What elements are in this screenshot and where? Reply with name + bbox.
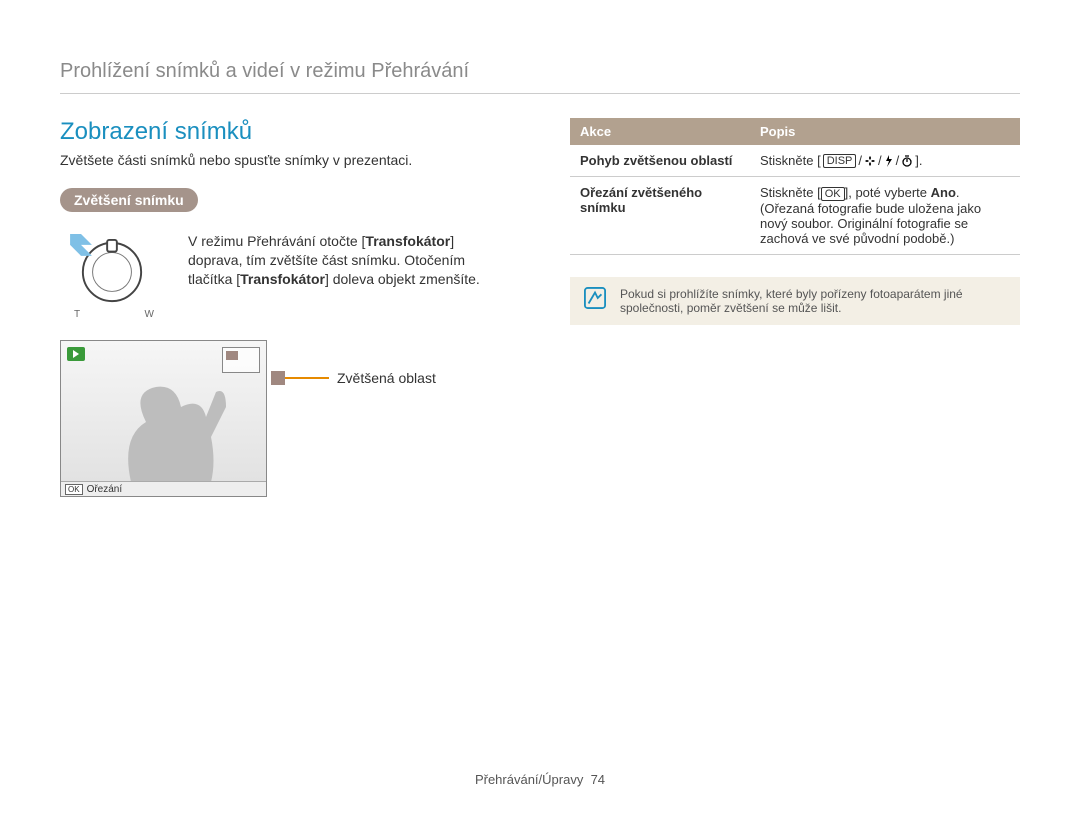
leader-line: [285, 377, 329, 379]
silhouette-icon: [61, 382, 261, 482]
subsection-pill: Zvětšení snímku: [60, 188, 198, 212]
play-mode-icon: [67, 347, 85, 361]
right-column: Akce Popis Pohyb zvětšenou oblastí Stisk…: [570, 118, 1020, 497]
dial-label-w: W: [145, 309, 154, 320]
flower-icon: [864, 155, 876, 167]
row2-desc: Stiskněte [OK], poté vyberte Ano. (Ořeza…: [750, 177, 1020, 255]
row1-action: Pohyb zvětšenou oblastí: [570, 145, 750, 177]
page-footer: Přehrávání/Úpravy 74: [0, 772, 1080, 787]
disp-key-icon: DISP: [823, 154, 857, 168]
note-text: Pokud si prohlížíte snímky, které byly p…: [620, 287, 1006, 315]
ok-key-icon: OK: [821, 187, 845, 201]
note-icon: [584, 287, 606, 309]
th-desc: Popis: [750, 118, 1020, 145]
table-row: Pohyb zvětšenou oblastí Stiskněte [ DISP…: [570, 145, 1020, 177]
crop-label: Ořezání: [87, 484, 123, 495]
page-header: Prohlížení snímků a videí v režimu Přehr…: [60, 60, 1020, 94]
intro-text: Zvětšete části snímků nebo spusťte snímk…: [60, 152, 510, 168]
note-box: Pokud si prohlížíte snímky, které byly p…: [570, 277, 1020, 325]
zoom-area-indicator: [222, 347, 260, 373]
zoom-caption: Zvětšená oblast: [337, 370, 436, 386]
row1-desc: Stiskněte [ DISP / / / ].: [750, 145, 1020, 177]
left-column: Zobrazení snímků Zvětšete části snímků n…: [60, 118, 510, 497]
camera-screen-illustration: OK Ořezání: [60, 340, 267, 497]
th-action: Akce: [570, 118, 750, 145]
dial-instruction: V režimu Přehrávání otočte [Transfokátor…: [188, 232, 510, 289]
table-row: Ořezání zvětšeného snímku Stiskněte [OK]…: [570, 177, 1020, 255]
zoom-dial-illustration: T W: [60, 232, 170, 320]
timer-icon: [901, 155, 913, 167]
flash-icon: [884, 155, 894, 167]
arrow-icon: [70, 234, 92, 274]
section-title: Zobrazení snímků: [60, 118, 510, 146]
dial-label-t: T: [74, 309, 80, 320]
ok-chip: OK: [65, 484, 83, 495]
row2-action: Ořezání zvětšeného snímku: [570, 177, 750, 255]
actions-table: Akce Popis Pohyb zvětšenou oblastí Stisk…: [570, 118, 1020, 255]
